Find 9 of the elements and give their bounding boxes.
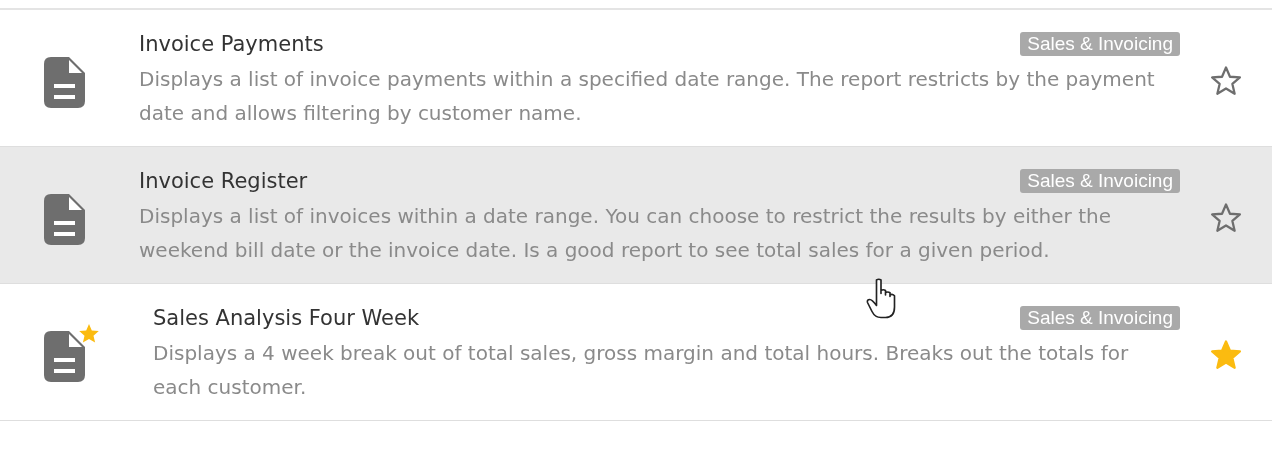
category-tag: Sales & Invoicing <box>1020 169 1180 193</box>
report-description: Displays a 4 week break out of total sales, gross margin and total hours. Breaks out the totals for each customer. <box>153 340 1130 401</box>
category-tag: Sales & Invoicing <box>1020 306 1180 330</box>
report-title[interactable]: Invoice Register <box>139 169 308 193</box>
report-description: Displays a list of invoice payments within a specified date range. The report restricts by the payment date and allows filtering by customer name. <box>139 66 1156 127</box>
report-description: Displays a list of invoices within a date range. You can choose to restrict the results by either the weekend bill date or the invoice date. Is a good report to see total sales for a given period. <box>139 203 1112 264</box>
report-title[interactable]: Sales Analysis Four Week <box>153 306 420 330</box>
category-tag: Sales & Invoicing <box>1020 32 1180 56</box>
report-title[interactable]: Invoice Payments <box>139 32 324 56</box>
